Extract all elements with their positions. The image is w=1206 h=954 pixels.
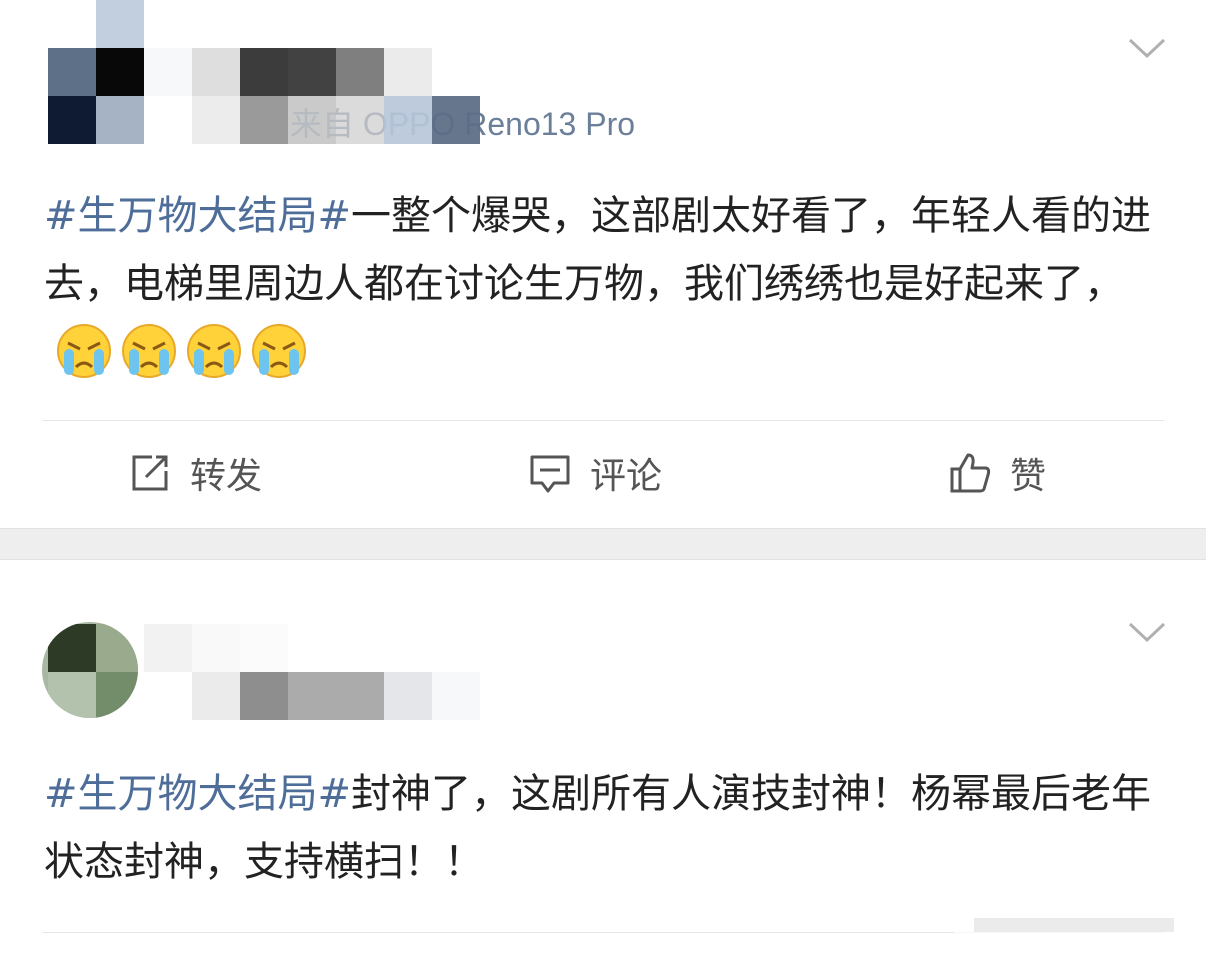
repost-button[interactable]: 转发 bbox=[128, 448, 262, 498]
comment-icon bbox=[530, 455, 570, 493]
post-card: 来自 OPPO Reno13 Pro #生万物大结局#一整个爆哭，这部剧太好看了… bbox=[0, 0, 1206, 528]
like-label: 赞 bbox=[1010, 456, 1047, 497]
crying-face-emoji bbox=[57, 324, 111, 378]
like-icon bbox=[950, 453, 991, 493]
chevron-down-icon[interactable] bbox=[1128, 36, 1166, 60]
emoji-row bbox=[44, 324, 316, 378]
comment-label: 评论 bbox=[590, 456, 663, 497]
post-content: #生万物大结局#封神了，这剧所有人演技封神！杨幂最后老年状态封神，支持横扫！！ bbox=[44, 760, 1164, 896]
blurred-username-tail bbox=[384, 48, 432, 96]
post-content: #生万物大结局#一整个爆哭，这部剧太好看了，年轻人看的进去，电梯里周边人都在讨论… bbox=[44, 182, 1164, 386]
divider bbox=[42, 420, 1164, 421]
feed-separator bbox=[0, 528, 1206, 560]
hashtag-link[interactable]: #生万物大结局# bbox=[44, 193, 351, 239]
like-button[interactable]: 赞 bbox=[948, 448, 1046, 498]
repost-label: 转发 bbox=[190, 456, 263, 497]
hashtag-link[interactable]: #生万物大结局# bbox=[44, 771, 351, 817]
crying-face-emoji bbox=[252, 324, 306, 378]
chevron-down-icon[interactable] bbox=[1128, 620, 1166, 644]
blurred-source-prefix bbox=[384, 96, 480, 144]
crying-face-emoji bbox=[122, 324, 176, 378]
blurred-username bbox=[144, 624, 480, 720]
watermark bbox=[954, 912, 1194, 940]
blurred-source-mid bbox=[288, 96, 384, 144]
repost-icon bbox=[132, 455, 168, 491]
comment-button[interactable]: 评论 bbox=[528, 448, 662, 498]
crying-face-emoji bbox=[187, 324, 241, 378]
